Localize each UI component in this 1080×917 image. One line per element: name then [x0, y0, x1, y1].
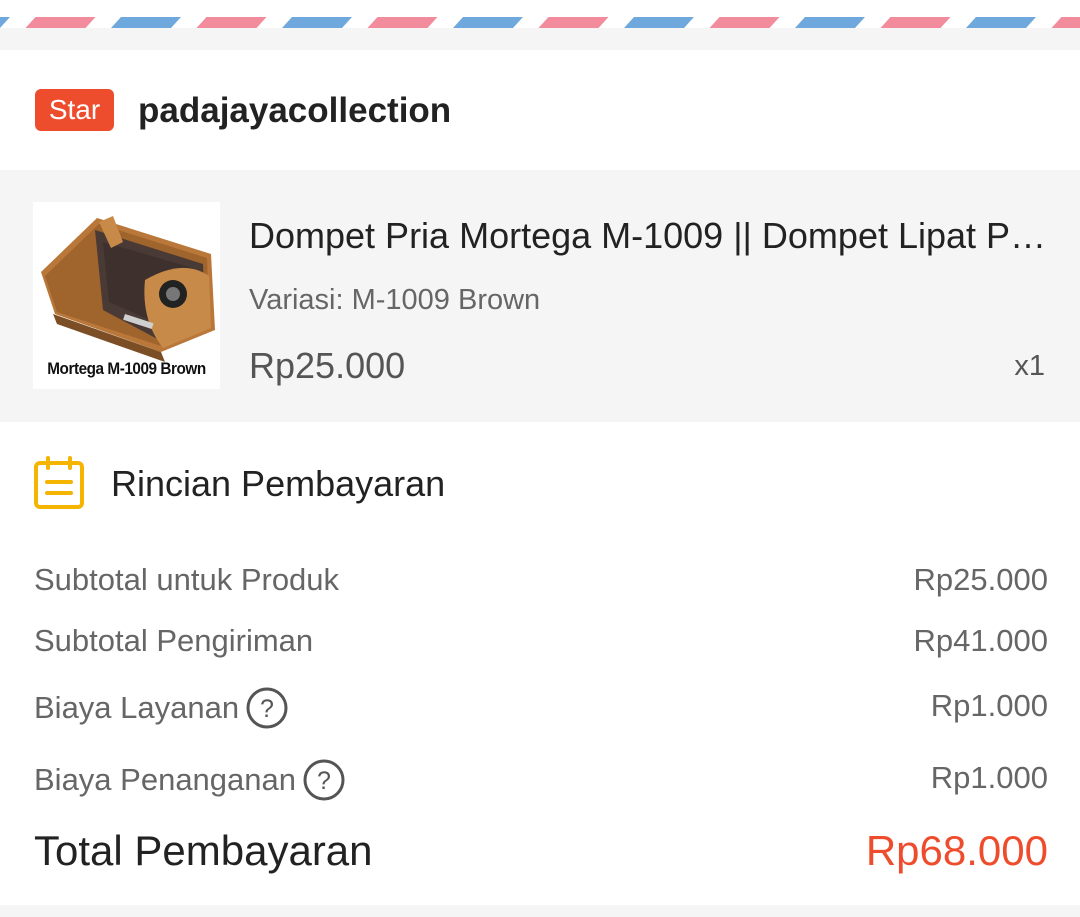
total-label: Total Pembayaran	[34, 827, 373, 874]
airmail-stripe	[453, 17, 523, 28]
product-variant: Variasi: M-1009 Brown	[249, 284, 541, 316]
airmail-stripe	[966, 17, 1036, 28]
row-value: Rp25.000	[913, 562, 1048, 597]
row-label: Biaya Penanganan	[34, 762, 297, 797]
row-value: Rp41.000	[913, 623, 1048, 658]
product-item[interactable]: Mortega M-1009 Brown Dompet Pria Mortega…	[0, 170, 1080, 422]
airmail-stripe	[709, 17, 780, 28]
row-label: Biaya Layanan	[34, 690, 240, 725]
receipt-icon	[34, 456, 84, 509]
row-label-wrap: Biaya Layanan ?	[34, 686, 289, 730]
row-value: Rp1.000	[930, 688, 1048, 723]
airmail-stripe	[880, 17, 951, 28]
question-icon[interactable]: ?	[245, 686, 289, 730]
airmail-stripe	[111, 17, 181, 28]
airmail-stripe	[25, 17, 96, 28]
airmail-stripe	[282, 17, 352, 28]
product-image-caption: Mortega M-1009 Brown	[47, 359, 206, 378]
handling-fee-row: Biaya Penanganan ? Rp1.000	[34, 758, 1048, 801]
section-gap	[0, 905, 1080, 917]
airmail-border	[0, 0, 1080, 28]
service-fee-row: Biaya Layanan ? Rp1.000	[34, 686, 1048, 729]
airmail-stripe	[538, 17, 609, 28]
shop-header[interactable]: Star padajayacollection	[0, 50, 1080, 170]
row-label: Subtotal untuk Produk	[34, 562, 340, 597]
shop-name[interactable]: padajayacollection	[138, 90, 451, 132]
product-thumbnail[interactable]: Mortega M-1009 Brown	[33, 202, 220, 389]
row-value: Rp1.000	[930, 760, 1048, 795]
airmail-stripe	[0, 17, 10, 28]
total-payment-row: Total Pembayaran Rp68.000	[34, 826, 1048, 876]
payment-details-title: Rincian Pembayaran	[111, 463, 446, 504]
airmail-stripe	[367, 17, 438, 28]
row-label: Subtotal Pengiriman	[34, 623, 314, 658]
airmail-stripe	[624, 17, 694, 28]
airmail-stripe	[196, 17, 267, 28]
airmail-stripe	[1051, 17, 1080, 28]
airmail-stripe	[795, 17, 865, 28]
svg-text:?: ?	[317, 767, 331, 795]
product-quantity: x1	[1014, 350, 1045, 382]
question-icon[interactable]: ?	[302, 758, 346, 802]
payment-details: Rincian Pembayaran Subtotal untuk Produk…	[0, 422, 1080, 905]
svg-text:?: ?	[260, 695, 274, 723]
total-value: Rp68.000	[865, 827, 1048, 874]
section-gap	[0, 28, 1080, 50]
star-seller-badge: Star	[35, 89, 114, 131]
subtotal-product-row: Subtotal untuk Produk Rp25.000	[34, 560, 1048, 600]
subtotal-shipping-row: Subtotal Pengiriman Rp41.000	[34, 621, 1048, 661]
row-label-wrap: Biaya Penanganan ?	[34, 758, 346, 802]
product-price: Rp25.000	[249, 345, 406, 386]
product-title[interactable]: Dompet Pria Mortega M-1009 || Dompet Lip…	[249, 214, 1049, 258]
